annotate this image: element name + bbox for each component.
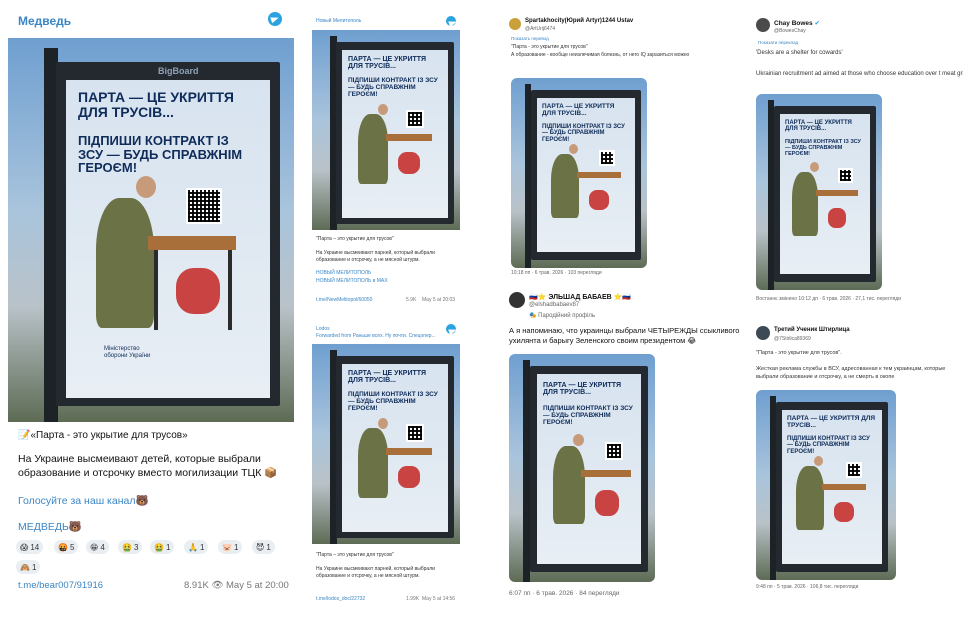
post-date: May 5 at 20:03 [422, 297, 456, 303]
reaction-chip[interactable]: 🙏 1 [184, 540, 209, 554]
post-views: 5.9K [406, 297, 417, 303]
tweet-meta: Востаннє змінено 10:12 дп · 6 трав. 2026… [756, 296, 901, 302]
parody-label: 🎭 Пародійний профіль [529, 312, 596, 319]
telegram-post-new-melitopol: Новый Мелитополь ПАРТА — ЦЕ УКРИТТЯ ДЛЯ … [310, 14, 462, 309]
channel-name[interactable]: Новый Мелитополь [316, 18, 361, 24]
vote-link[interactable]: Голосуйте за наш канал🐻 [18, 494, 149, 507]
tweet-meta: 10:18 пп · 6 трав. 2026 · 103 перегляди [511, 270, 602, 276]
reaction-chip[interactable]: 🤬 5 [54, 540, 79, 554]
post-views: 8.91K 👁 [184, 580, 224, 591]
tweet-body: Жесткая реклама службы в ВСУ, адресованн… [756, 366, 946, 380]
bigboard-logo: BigBoard [158, 66, 199, 76]
post-views: 1.99K [406, 596, 420, 602]
post-body: На Украине высмеивают парней, который вы… [316, 250, 435, 263]
author-name[interactable]: Chay Bowes ✔ [774, 19, 820, 27]
post-quote: "Парта – это укрытие для трусов" [316, 552, 394, 558]
telegram-post-lodos: Lodos Forwarded from Раньше всех. Ну поч… [310, 322, 462, 607]
telegram-icon [446, 16, 456, 26]
avatar[interactable] [756, 326, 770, 340]
verified-icon: ✔ [814, 19, 820, 27]
post-link[interactable]: t.me/bear007/91916 [18, 580, 103, 591]
forwarded-from[interactable]: Forwarded from Раньше всех. Ну почти. Сп… [316, 333, 436, 339]
post-image[interactable]: BigBoard ПАРТА — ЦЕ УКРИТТЯ ДЛЯ ТРУСІВ..… [8, 38, 294, 422]
reaction-chip[interactable]: 🤮 3 [118, 540, 143, 554]
tweet-quote: "Парта - это укрытие для трусов". [756, 350, 842, 356]
post-image[interactable]: ПАРТА — ЦЕ УКРИТТЯ ДЛЯ ТРУСІВ... ПІДПИШИ… [312, 30, 460, 230]
tweet-tretiy-uchenik: Третий Ученик Штирлица @7Stirlica89369 "… [752, 322, 963, 602]
author-name[interactable]: Третий Ученик Штирлица [774, 327, 850, 333]
avatar[interactable] [509, 18, 521, 30]
translate-link[interactable]: Показати переклад [758, 40, 798, 45]
post-body: На Украине высмеивают детей, которые выб… [18, 453, 278, 480]
post-link[interactable]: t.me/NewMelitopol/60050 [316, 297, 372, 303]
author-handle[interactable]: @elshadbabaev87 [529, 302, 579, 308]
tweet-image[interactable]: ПАРТА — ЦЕ УКРИТТЯ ДЛЯ ТРУСІВ... ПІДПИШИ… [756, 390, 896, 580]
reaction-chip[interactable]: 😱 14 [16, 540, 44, 554]
author-handle[interactable]: @ArtUrij6474 [525, 26, 555, 32]
post-date: May 5 at 14:56 [422, 596, 456, 602]
post-image[interactable]: ПАРТА — ЦЕ УКРИТТЯ ДЛЯ ТРУСІВ... ПІДПИШИ… [312, 344, 460, 544]
tweet-meta: 6:07 пп · 6 трав. 2026 · 84 перегляди [509, 590, 620, 597]
post-quote: 📝«Парта - это укрытие для трусов» [18, 430, 188, 441]
parody-icon: 🎭 [529, 312, 537, 319]
channel-name[interactable]: Медведь [18, 14, 71, 28]
post-body: На Украине высмеивают парней, который вы… [316, 566, 435, 579]
qr-code [186, 188, 222, 224]
tweet-elshad-babaev: 🇷🇺⭐ ЭЛЬШАД БАБАЕВ ⭐🇷🇺 @elshadbabaev87 🎭 … [505, 290, 750, 608]
tweet-body: А я напоминаю, что украинцы выбрали ЧЕТЫ… [509, 326, 740, 346]
author-name[interactable]: 🇷🇺⭐ ЭЛЬШАД БАБАЕВ ⭐🇷🇺 [529, 293, 631, 301]
eye-icon: 👁 [211, 580, 224, 591]
avatar[interactable] [509, 292, 525, 308]
post-date: May 5 at 20:00 [226, 580, 289, 591]
author-handle[interactable]: @7Stirlica89369 [774, 336, 811, 342]
telegram-icon [268, 12, 282, 26]
channel-name[interactable]: Lodos [316, 326, 330, 332]
reaction-chip[interactable]: 🤮 1 [150, 540, 175, 554]
telegram-post-medved: Медведь BigBoard ПАРТА — ЦЕ УКРИТТЯ ДЛЯ … [0, 0, 300, 620]
tweet-chay-bowes: Chay Bowes ✔ @BowesChay Показати перекла… [752, 14, 963, 306]
tweet-image[interactable]: ПАРТА — ЦЕ УКРИТТЯ ДЛЯ ТРУСІВ... ПІДПИШИ… [511, 78, 647, 268]
poster-subheadline: ПІДПИШИ КОНТРАКТ ІЗ ЗСУ — БУДЬ СПРАВЖНІМ… [78, 133, 243, 176]
tweet-body: А образование - вообще неизлечимая болез… [511, 52, 690, 58]
author-handle[interactable]: @BowesChay [774, 28, 806, 34]
telegram-icon [446, 324, 456, 334]
avatar[interactable] [756, 18, 770, 32]
channel-link[interactable]: НОВЫЙ МЕЛИТОПОЛЬ в MAX [316, 278, 388, 284]
post-quote: "Парта – это укрытие для трусов" [316, 236, 394, 242]
tweet-meta: 9:48 пп · 5 трав. 2026 · 106,8 тис. пере… [756, 584, 859, 590]
translate-link[interactable]: Показать перевод [511, 36, 549, 41]
reaction-chip[interactable]: 🙈 1 [16, 560, 41, 574]
tweet-spartakhocity: Spartakhocity(Юрий Artyr)1244 Ustav @Art… [505, 14, 735, 276]
tweet-body: Ukrainian recruitment ad aimed at those … [756, 71, 963, 77]
reaction-chip[interactable]: 🐷 1 [218, 540, 243, 554]
reaction-chip[interactable]: 😈 1 [252, 540, 275, 554]
signature-link[interactable]: МЕДВЕДЬ🐻 [18, 520, 82, 533]
tweet-quote: "Парта - это укрытие для трусов" [511, 44, 588, 50]
tweet-quote: 'Desks are a shelter for cowards' [756, 50, 843, 56]
author-name[interactable]: Spartakhocity(Юрий Artyr)1244 Ustav [525, 18, 633, 24]
ministry-label: Міністерство оборони України [104, 346, 151, 359]
tweet-image[interactable]: ПАРТА — ЦЕ УКРИТТЯ ДЛЯ ТРУСІВ... ПІДПИШИ… [756, 94, 882, 290]
poster-headline: ПАРТА — ЦЕ УКРИТТЯ ДЛЯ ТРУСІВ... [78, 89, 234, 120]
reaction-chip[interactable]: 😁 4 [86, 540, 109, 554]
channel-link[interactable]: НОВЫЙ МЕЛИТОПОЛЬ [316, 270, 371, 276]
post-link[interactable]: t.me/lodos_doc/22732 [316, 596, 365, 602]
tweet-image[interactable]: ПАРТА — ЦЕ УКРИТТЯ ДЛЯ ТРУСІВ... ПІДПИШИ… [509, 354, 655, 582]
